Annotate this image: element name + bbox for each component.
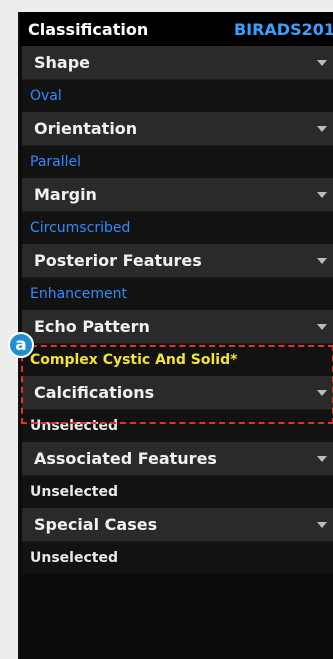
chevron-down-icon [317, 257, 327, 264]
shape-dropdown[interactable]: Shape [22, 46, 333, 80]
group-echo-pattern: Echo Pattern Complex Cystic And Solid* [20, 310, 333, 376]
calcifications-dropdown[interactable]: Calcifications [22, 376, 333, 410]
group-title: Orientation [34, 119, 138, 138]
group-value: Unselected [22, 542, 333, 574]
panel-title: Classification [28, 19, 149, 39]
associated-features-dropdown[interactable]: Associated Features [22, 442, 333, 476]
group-value: Enhancement [22, 278, 333, 310]
group-value: Unselected [22, 410, 333, 442]
orientation-dropdown[interactable]: Orientation [22, 112, 333, 146]
group-value: Complex Cystic And Solid* [22, 344, 333, 376]
margin-dropdown[interactable]: Margin [22, 178, 333, 212]
chevron-down-icon [317, 125, 327, 132]
echo-pattern-dropdown[interactable]: Echo Pattern [22, 310, 333, 344]
group-value: Parallel [22, 146, 333, 178]
chevron-down-icon [317, 323, 327, 330]
annotation-badge: a [8, 332, 34, 358]
group-posterior-features: Posterior Features Enhancement [20, 244, 333, 310]
group-title: Shape [34, 53, 91, 72]
chevron-down-icon [317, 521, 327, 528]
special-cases-dropdown[interactable]: Special Cases [22, 508, 333, 542]
chevron-down-icon [317, 191, 327, 198]
group-title: Calcifications [34, 383, 155, 402]
panel-header: Classification BIRADS201 [20, 12, 333, 46]
group-title: Associated Features [34, 449, 217, 468]
group-value: Oval [22, 80, 333, 112]
group-value: Circumscribed [22, 212, 333, 244]
group-title: Posterior Features [34, 251, 202, 270]
chevron-down-icon [317, 455, 327, 462]
group-calcifications: Calcifications Unselected [20, 376, 333, 442]
group-title: Echo Pattern [34, 317, 150, 336]
group-value: Unselected [22, 476, 333, 508]
group-title: Special Cases [34, 515, 158, 534]
group-margin: Margin Circumscribed [20, 178, 333, 244]
chevron-down-icon [317, 389, 327, 396]
group-associated-features: Associated Features Unselected [20, 442, 333, 508]
classification-panel: Classification BIRADS201 Shape Oval Orie… [18, 12, 333, 659]
posterior-features-dropdown[interactable]: Posterior Features [22, 244, 333, 278]
group-special-cases: Special Cases Unselected [20, 508, 333, 574]
group-shape: Shape Oval [20, 46, 333, 112]
chevron-down-icon [317, 59, 327, 66]
group-orientation: Orientation Parallel [20, 112, 333, 178]
group-title: Margin [34, 185, 97, 204]
standard-label: BIRADS201 [233, 19, 333, 39]
